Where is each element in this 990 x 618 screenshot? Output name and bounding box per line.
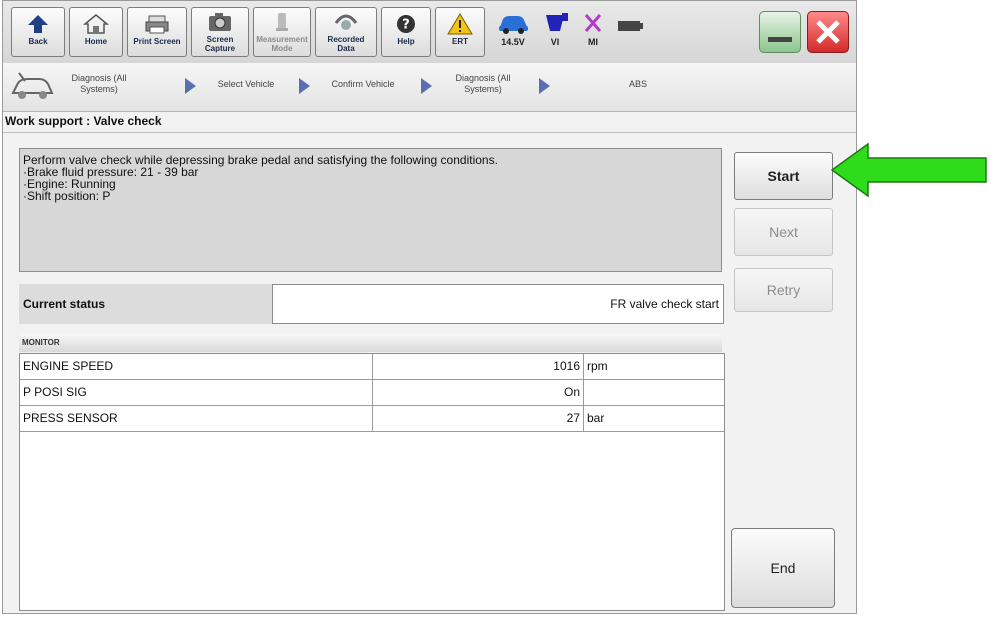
breadcrumb-arrow-icon [421, 78, 432, 94]
monitor-header: MONITOR [19, 334, 722, 352]
current-status-value: FR valve check start [272, 284, 724, 324]
recorded-label-2: Data [337, 44, 355, 53]
ert-button[interactable]: ERT [435, 7, 485, 57]
home-label: Home [84, 37, 108, 46]
page-title: Work support : Valve check [5, 114, 162, 128]
breadcrumb: Diagnosis (All Systems) Select Vehicle C… [3, 63, 856, 112]
home-button[interactable]: Home [69, 7, 123, 57]
help-button[interactable]: ? Help [381, 7, 431, 57]
current-status-label: Current status [19, 284, 272, 324]
monitor-item-unit [584, 380, 724, 405]
svg-text:?: ? [402, 18, 410, 33]
monitor-item-value: 27 [373, 406, 584, 431]
vehicle-diagnosis-icon [11, 72, 54, 99]
next-button[interactable]: Next [734, 208, 833, 256]
toolbar: Back Home Print Screen Screen Capture Me… [3, 1, 856, 64]
table-row: ENGINE SPEED 1016 rpm [20, 354, 724, 380]
printer-icon [145, 15, 169, 34]
table-row: P POSI SIG On [20, 380, 724, 406]
breadcrumb-diagnosis-systems[interactable]: Diagnosis (All Systems) [435, 73, 531, 95]
mi-indicator: MI [575, 7, 611, 57]
monitor-item-name: PRESS SENSOR [20, 406, 373, 431]
car-icon [499, 16, 528, 34]
close-icon [816, 20, 840, 44]
retry-button[interactable]: Retry [734, 268, 833, 312]
battery-icon [618, 21, 643, 31]
screen-capture-label-1: Screen [206, 35, 234, 44]
close-button[interactable] [807, 11, 849, 53]
vi-indicator: VI [537, 7, 573, 57]
mi-disconnected-icon [584, 14, 602, 32]
measurement-mode-button[interactable]: Measurement Mode [253, 7, 311, 57]
back-arrow-icon [28, 15, 48, 33]
monitor-item-unit: bar [587, 411, 605, 425]
screen-capture-label-2: Capture [204, 44, 236, 53]
consult-window: Back Home Print Screen Screen Capture Me… [2, 0, 857, 614]
measurement-label-2: Mode [271, 44, 293, 53]
monitor-table: ENGINE SPEED 1016 rpm P POSI SIG On PRES… [19, 353, 725, 611]
minimize-button[interactable] [759, 11, 801, 53]
screen-capture-button[interactable]: Screen Capture [191, 7, 249, 57]
crumb4-line1: Diagnosis (All [455, 73, 511, 83]
start-button[interactable]: Start [734, 152, 833, 200]
voltage-label: 14.5V [501, 37, 525, 47]
monitor-item-value: 1016 [373, 354, 584, 379]
instruction-line: ·Shift position: P [23, 189, 111, 203]
ert-label: ERT [452, 37, 468, 46]
monitor-item-name: P POSI SIG [20, 380, 373, 405]
print-screen-button[interactable]: Print Screen [127, 7, 187, 57]
camera-icon [209, 13, 231, 31]
minimize-icon [768, 37, 792, 42]
home-icon [82, 14, 110, 34]
monitor-item-name: ENGINE SPEED [20, 354, 373, 379]
end-button[interactable]: End [731, 528, 835, 608]
measurement-label-1: Measurement [256, 35, 308, 44]
monitor-item-unit: rpm [587, 359, 608, 373]
breadcrumb-select-vehicle[interactable]: Select Vehicle [201, 79, 291, 90]
recorded-data-icon [334, 14, 358, 30]
recorded-data-button[interactable]: Recorded Data [315, 7, 377, 57]
crumb1-line1: Diagnosis (All [71, 73, 127, 83]
crumb4-line2: Systems) [464, 84, 502, 94]
crumb1-line2: Systems) [80, 84, 118, 94]
instruction-line: ·Brake fluid pressure: 21 - 39 bar [23, 165, 199, 179]
back-button[interactable]: Back [11, 7, 65, 57]
breadcrumb-arrow-icon [185, 78, 196, 94]
back-label: Back [28, 37, 48, 46]
gauge-icon [276, 13, 288, 31]
breadcrumb-confirm-vehicle[interactable]: Confirm Vehicle [315, 79, 411, 90]
help-label: Help [397, 37, 415, 46]
breadcrumb-arrow-icon [299, 78, 310, 94]
mi-label: MI [588, 37, 598, 47]
recorded-label-1: Recorded [327, 35, 365, 44]
print-screen-label: Print Screen [133, 37, 181, 46]
breadcrumb-arrow-icon [539, 78, 550, 94]
instruction-panel: Perform valve check while depressing bra… [19, 148, 722, 272]
callout-arrow-icon [830, 142, 987, 198]
warning-icon [447, 13, 473, 35]
battery-voltage-indicator: 14.5V [493, 7, 533, 57]
instruction-line: ·Engine: Running [23, 177, 116, 191]
title-divider [3, 132, 856, 133]
vi-connector-icon [546, 13, 568, 31]
breadcrumb-diagnosis-all[interactable]: Diagnosis (All Systems) [59, 73, 139, 95]
monitor-item-value: On [373, 380, 584, 405]
vi-label: VI [550, 37, 560, 47]
table-row: PRESS SENSOR 27 bar [20, 406, 724, 432]
breadcrumb-abs[interactable]: ABS [613, 79, 663, 90]
help-icon: ? [397, 15, 415, 33]
